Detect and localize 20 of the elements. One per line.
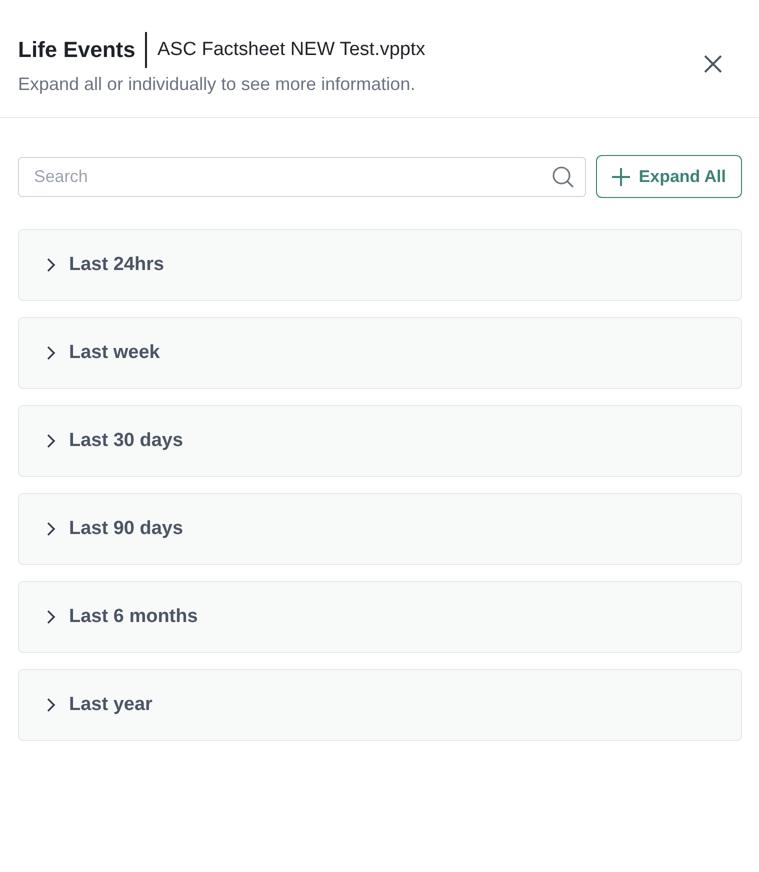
search-field[interactable]: Search [18,156,586,196]
accordion-section[interactable]: Last 24hrs [18,229,742,301]
subtitle: Expand all or individually to see more information. [18,74,416,95]
chevron-icon [46,345,56,361]
expand-all-button[interactable]: Expand All [596,155,742,198]
file-name: ASC Factsheet NEW Test.vpptx [156,39,426,61]
chevron-icon [46,433,56,449]
chevron-icon [46,521,56,537]
accordion-section[interactable]: Last week [18,317,742,389]
chevron-icon [46,257,56,273]
chevron-icon [46,697,56,713]
search-icon [552,166,574,188]
chevron-icon [46,609,56,625]
plus-icon [612,168,630,186]
accordion-section[interactable]: Last 30 days [18,405,742,477]
accordion-section[interactable]: Last 90 days [18,493,742,565]
accordion-section[interactable]: Last 6 months [18,581,742,653]
accordion-section[interactable]: Last year [18,669,742,741]
close-icon [703,54,723,74]
dialog-title: Life Events [18,32,148,68]
